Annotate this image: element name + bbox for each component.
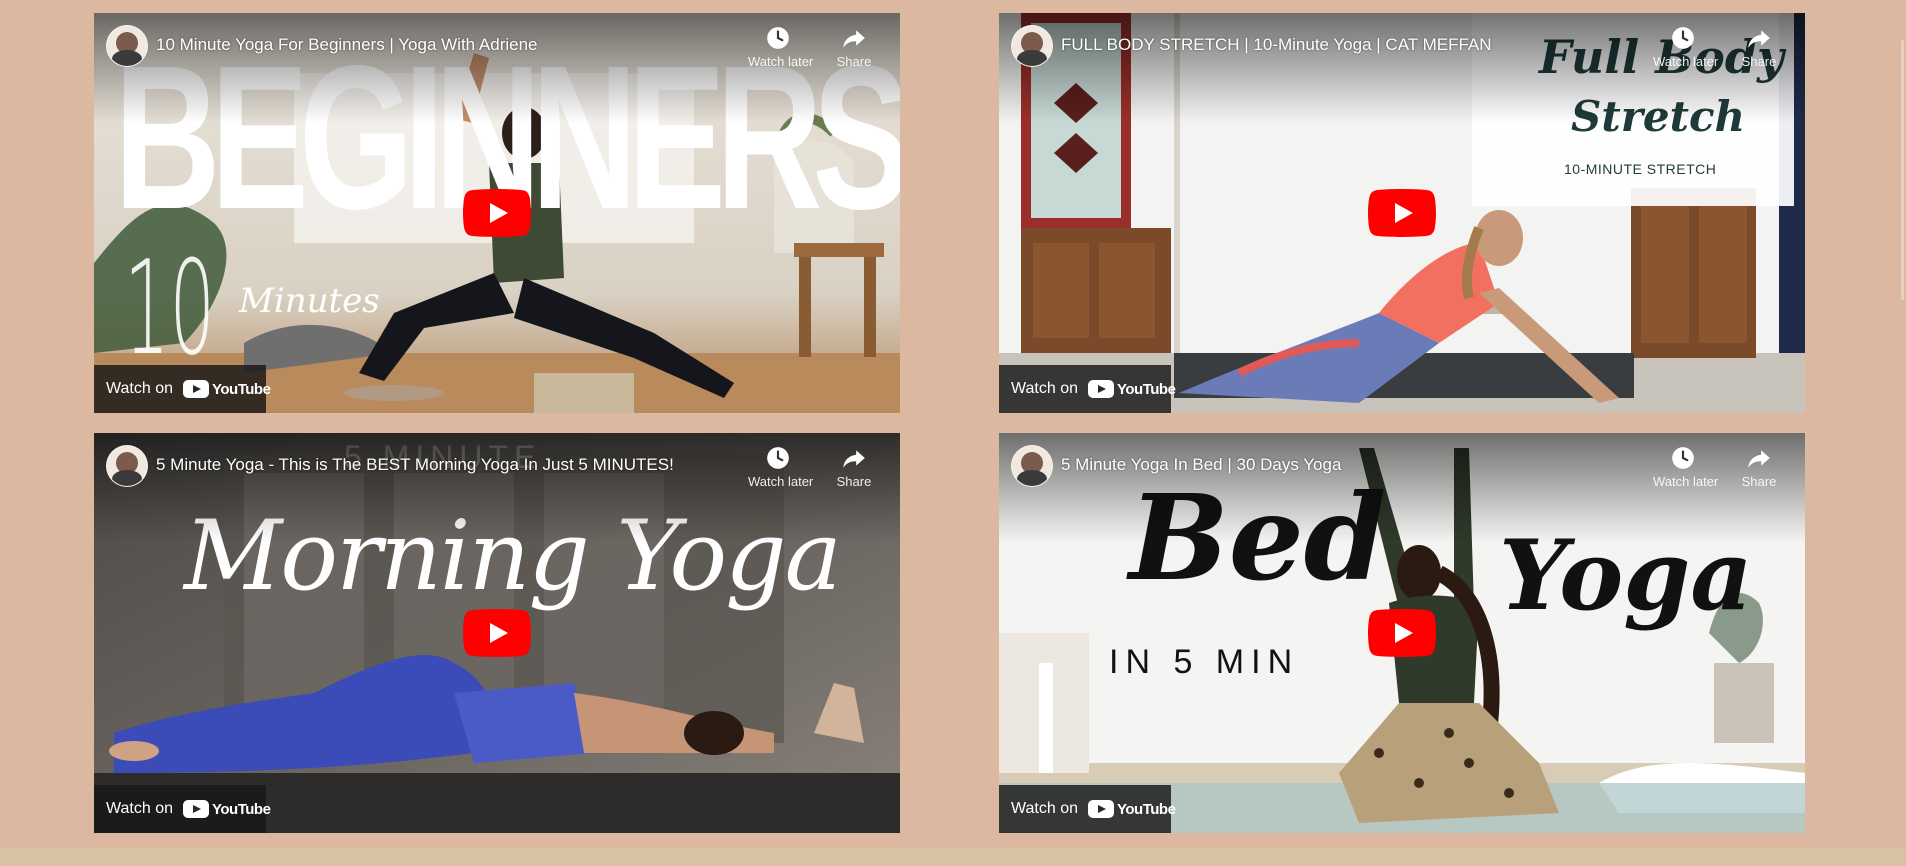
share-button[interactable]: Share [1729, 25, 1789, 69]
video-embed-beginners-yoga[interactable]: BEGINNERS 10 Minutes 10 Minute Yoga For … [94, 13, 900, 413]
channel-avatar[interactable] [106, 445, 148, 487]
clock-icon [1672, 447, 1694, 469]
play-button[interactable] [1368, 609, 1436, 657]
video-title[interactable]: 5 Minute Yoga - This is The BEST Morning… [156, 455, 720, 475]
watch-on-label: Watch on [106, 800, 173, 817]
share-button[interactable]: Share [824, 25, 884, 69]
youtube-wordmark: YouTube [212, 380, 271, 398]
watch-later-button[interactable]: Watch later [1653, 445, 1719, 489]
clock-icon [767, 27, 789, 49]
share-button[interactable]: Share [824, 445, 884, 489]
scrollbar-thumb[interactable] [1901, 40, 1904, 300]
share-button[interactable]: Share [1729, 445, 1789, 489]
youtube-wordmark: YouTube [1117, 380, 1176, 398]
video-embed-full-body-stretch[interactable]: Full Body Stretch 10-MINUTE STRETCH FULL… [999, 13, 1805, 413]
watch-later-label: Watch later [1653, 54, 1719, 69]
youtube-logo: YouTube [1088, 380, 1176, 398]
youtube-play-icon [1088, 800, 1114, 818]
share-arrow-icon [843, 30, 865, 48]
share-label: Share [836, 474, 872, 489]
video-title[interactable]: FULL BODY STRETCH | 10-Minute Yoga | CAT… [1061, 35, 1625, 55]
channel-avatar[interactable] [1011, 25, 1053, 67]
watch-later-button[interactable]: Watch later [748, 445, 814, 489]
clock-icon [767, 447, 789, 469]
share-arrow-icon [1748, 450, 1770, 468]
video-embed-morning-yoga[interactable]: 5 MINUTE Morning Yoga 5 Minute Yoga - Th… [94, 433, 900, 833]
watch-later-button[interactable]: Watch later [748, 25, 814, 69]
clock-icon [1672, 27, 1694, 49]
youtube-wordmark: YouTube [212, 800, 271, 818]
share-arrow-icon [843, 450, 865, 468]
watch-on-youtube-button[interactable]: Watch on YouTube [94, 785, 271, 833]
youtube-logo: YouTube [1088, 800, 1176, 818]
footer-strip [0, 848, 1906, 866]
share-label: Share [1741, 54, 1777, 69]
channel-avatar[interactable] [1011, 445, 1053, 487]
youtube-wordmark: YouTube [1117, 800, 1176, 818]
youtube-play-icon [183, 800, 209, 818]
youtube-play-icon [183, 380, 209, 398]
watch-on-youtube-button[interactable]: Watch on YouTube [999, 785, 1176, 833]
watch-later-label: Watch later [748, 474, 814, 489]
channel-avatar[interactable] [106, 25, 148, 67]
video-title[interactable]: 10 Minute Yoga For Beginners | Yoga With… [156, 35, 720, 55]
watch-on-label: Watch on [106, 380, 173, 397]
youtube-play-icon [1088, 380, 1114, 398]
play-button[interactable] [463, 189, 531, 237]
play-button[interactable] [1368, 189, 1436, 237]
youtube-logo: YouTube [183, 380, 271, 398]
video-title[interactable]: 5 Minute Yoga In Bed | 30 Days Yoga [1061, 455, 1625, 475]
video-embed-bed-yoga[interactable]: Bed Yoga IN 5 MIN 5 Minute Yoga In Bed |… [999, 433, 1805, 833]
share-label: Share [836, 54, 872, 69]
share-arrow-icon [1748, 30, 1770, 48]
watch-on-label: Watch on [1011, 800, 1078, 817]
youtube-logo: YouTube [183, 800, 271, 818]
share-label: Share [1741, 474, 1777, 489]
watch-later-label: Watch later [748, 54, 814, 69]
watch-later-button[interactable]: Watch later [1653, 25, 1719, 69]
watch-on-label: Watch on [1011, 380, 1078, 397]
play-button[interactable] [463, 609, 531, 657]
watch-on-youtube-button[interactable]: Watch on YouTube [999, 365, 1176, 413]
watch-on-youtube-button[interactable]: Watch on YouTube [94, 365, 271, 413]
watch-later-label: Watch later [1653, 474, 1719, 489]
